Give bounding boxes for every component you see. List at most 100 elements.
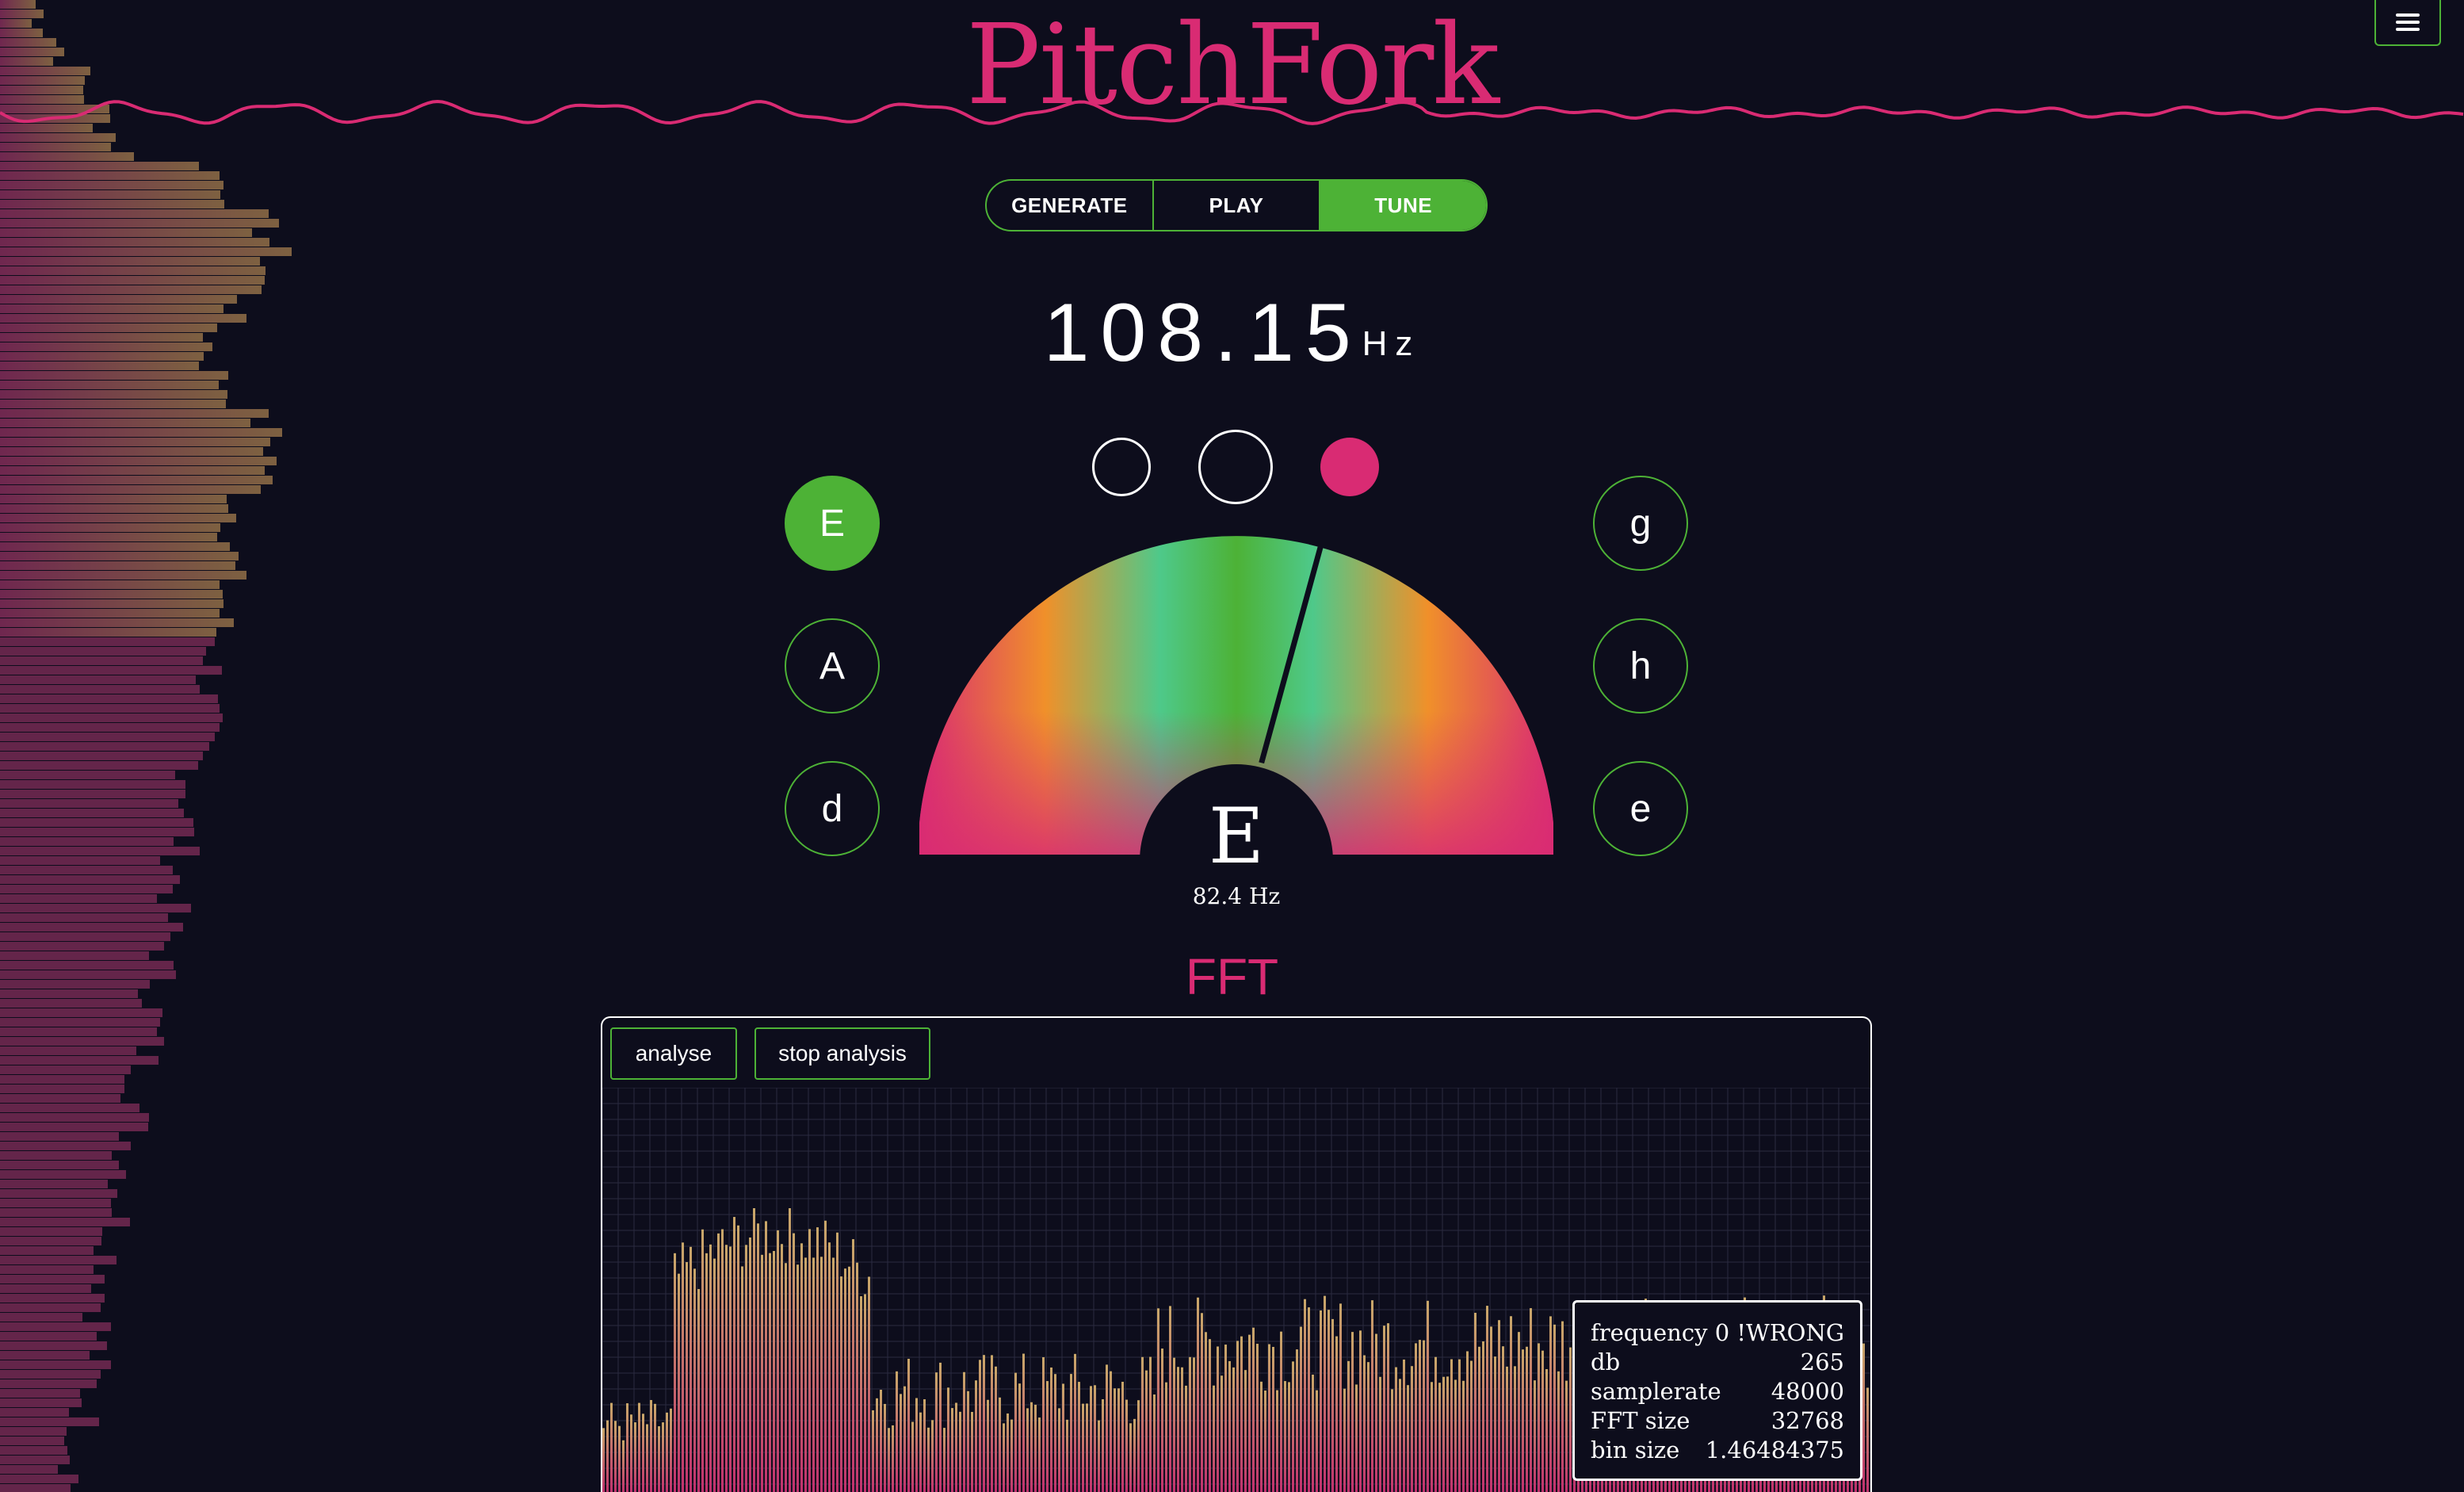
string-button-d[interactable]: d xyxy=(785,761,880,856)
fft-bar xyxy=(697,1288,700,1492)
string-button-g[interactable]: g xyxy=(1593,476,1688,571)
spectrum-bar xyxy=(0,1475,78,1483)
spectrum-bar xyxy=(0,1075,124,1084)
mode-switcher: GENERATE PLAY TUNE xyxy=(985,179,1488,231)
tab-play[interactable]: PLAY xyxy=(1154,181,1321,230)
fft-bar xyxy=(626,1403,628,1492)
fft-bar xyxy=(1442,1376,1445,1492)
string-button-h[interactable]: h xyxy=(1593,618,1688,713)
spectrum-bar xyxy=(0,1484,71,1492)
fft-bar xyxy=(1411,1366,1413,1492)
spectrum-bar xyxy=(0,847,200,855)
fft-bar xyxy=(1510,1316,1512,1492)
fft-bar xyxy=(1157,1308,1159,1492)
spectrum-bar xyxy=(0,1256,117,1264)
fft-bar xyxy=(642,1414,644,1492)
spectrum-bar xyxy=(0,1313,82,1322)
string-button-E[interactable]: E xyxy=(785,476,880,571)
menu-button[interactable] xyxy=(2374,0,2441,46)
fft-bar xyxy=(1415,1343,1417,1492)
fft-bar xyxy=(816,1227,819,1492)
spectrum-bar xyxy=(0,409,269,418)
fft-bar xyxy=(1213,1385,1215,1492)
analyse-button[interactable]: analyse xyxy=(610,1027,737,1080)
fft-bar xyxy=(1407,1385,1409,1492)
string-button-e[interactable]: e xyxy=(1593,761,1688,856)
fft-bar xyxy=(1034,1404,1037,1492)
fft-bar xyxy=(852,1239,854,1492)
fft-bar xyxy=(1026,1408,1029,1492)
fft-bar xyxy=(832,1257,835,1492)
spectrum-bar xyxy=(0,276,265,285)
fft-bar xyxy=(1090,1386,1092,1492)
fft-bar xyxy=(1007,1413,1009,1492)
fft-bar xyxy=(900,1394,902,1492)
spectrum-bar xyxy=(0,1151,112,1160)
fft-bar xyxy=(868,1276,870,1492)
spectrum-bar xyxy=(0,1360,111,1369)
spectrum-bar xyxy=(0,1170,126,1179)
fft-bar xyxy=(1288,1382,1290,1492)
spectrum-bar xyxy=(0,438,270,446)
fft-bar xyxy=(876,1398,878,1492)
spectrum-bar xyxy=(0,666,222,675)
fft-bar xyxy=(1129,1423,1132,1492)
fft-bar xyxy=(1280,1331,1282,1492)
spectrum-bar xyxy=(0,171,220,180)
info-row-db: db 265 xyxy=(1591,1348,1844,1377)
spectrum-bar xyxy=(0,1303,101,1312)
spectrum-bar xyxy=(0,1161,119,1169)
spectrum-bar xyxy=(0,162,199,170)
spectrum-bar xyxy=(0,752,203,760)
fft-bar xyxy=(1482,1341,1484,1492)
fft-bar xyxy=(1427,1300,1429,1492)
fft-bar xyxy=(1252,1327,1255,1492)
fft-bar xyxy=(690,1246,692,1492)
fft-bar xyxy=(880,1390,882,1492)
info-value: 1.46484375 xyxy=(1705,1437,1844,1463)
fft-bar xyxy=(1066,1419,1068,1492)
spectrum-bar xyxy=(0,809,184,817)
stop-analysis-button[interactable]: stop analysis xyxy=(754,1027,930,1080)
string-button-A[interactable]: A xyxy=(785,618,880,713)
fft-bar xyxy=(943,1428,945,1492)
fft-bar xyxy=(1549,1316,1552,1492)
fft-bar xyxy=(777,1230,779,1492)
fft-bar xyxy=(935,1372,938,1492)
spectrum-bar xyxy=(0,856,160,865)
fft-bar xyxy=(844,1268,846,1492)
spectrum-bar xyxy=(0,1246,94,1255)
fft-bar xyxy=(797,1264,799,1492)
fft-bar xyxy=(1284,1381,1286,1492)
fft-bar xyxy=(1014,1372,1017,1492)
fft-bar xyxy=(1403,1359,1405,1492)
fft-bar xyxy=(686,1262,688,1492)
spectrum-bar xyxy=(0,1408,69,1417)
fft-bar xyxy=(1454,1379,1457,1492)
fft-bar xyxy=(1526,1346,1528,1492)
fft-bar xyxy=(1248,1334,1251,1492)
spectrum-bar xyxy=(0,647,206,656)
fft-bar xyxy=(923,1398,926,1492)
tab-tune[interactable]: TUNE xyxy=(1320,181,1486,230)
fft-bar xyxy=(606,1420,609,1492)
info-value: 0 !WRONG xyxy=(1714,1319,1844,1346)
spectrum-bar xyxy=(0,618,234,627)
fft-bar xyxy=(737,1225,739,1492)
fft-bar xyxy=(1565,1380,1568,1492)
fft-bar xyxy=(983,1355,985,1492)
tab-generate[interactable]: GENERATE xyxy=(987,181,1154,230)
fft-bar xyxy=(1494,1356,1496,1492)
fft-bar xyxy=(1177,1367,1179,1492)
fft-bar xyxy=(987,1399,989,1492)
fft-bar xyxy=(1042,1356,1045,1492)
spectrum-bar xyxy=(0,419,250,427)
spectrum-bar xyxy=(0,1351,90,1360)
spectrum-bar xyxy=(0,656,203,665)
frequency-readout: 108.15Hz xyxy=(0,285,2464,381)
fft-bar xyxy=(1399,1379,1401,1492)
spectrum-bar xyxy=(0,1446,67,1455)
fft-bar xyxy=(1244,1370,1247,1492)
spectrum-bar xyxy=(0,685,200,694)
fft-bar xyxy=(646,1424,648,1492)
